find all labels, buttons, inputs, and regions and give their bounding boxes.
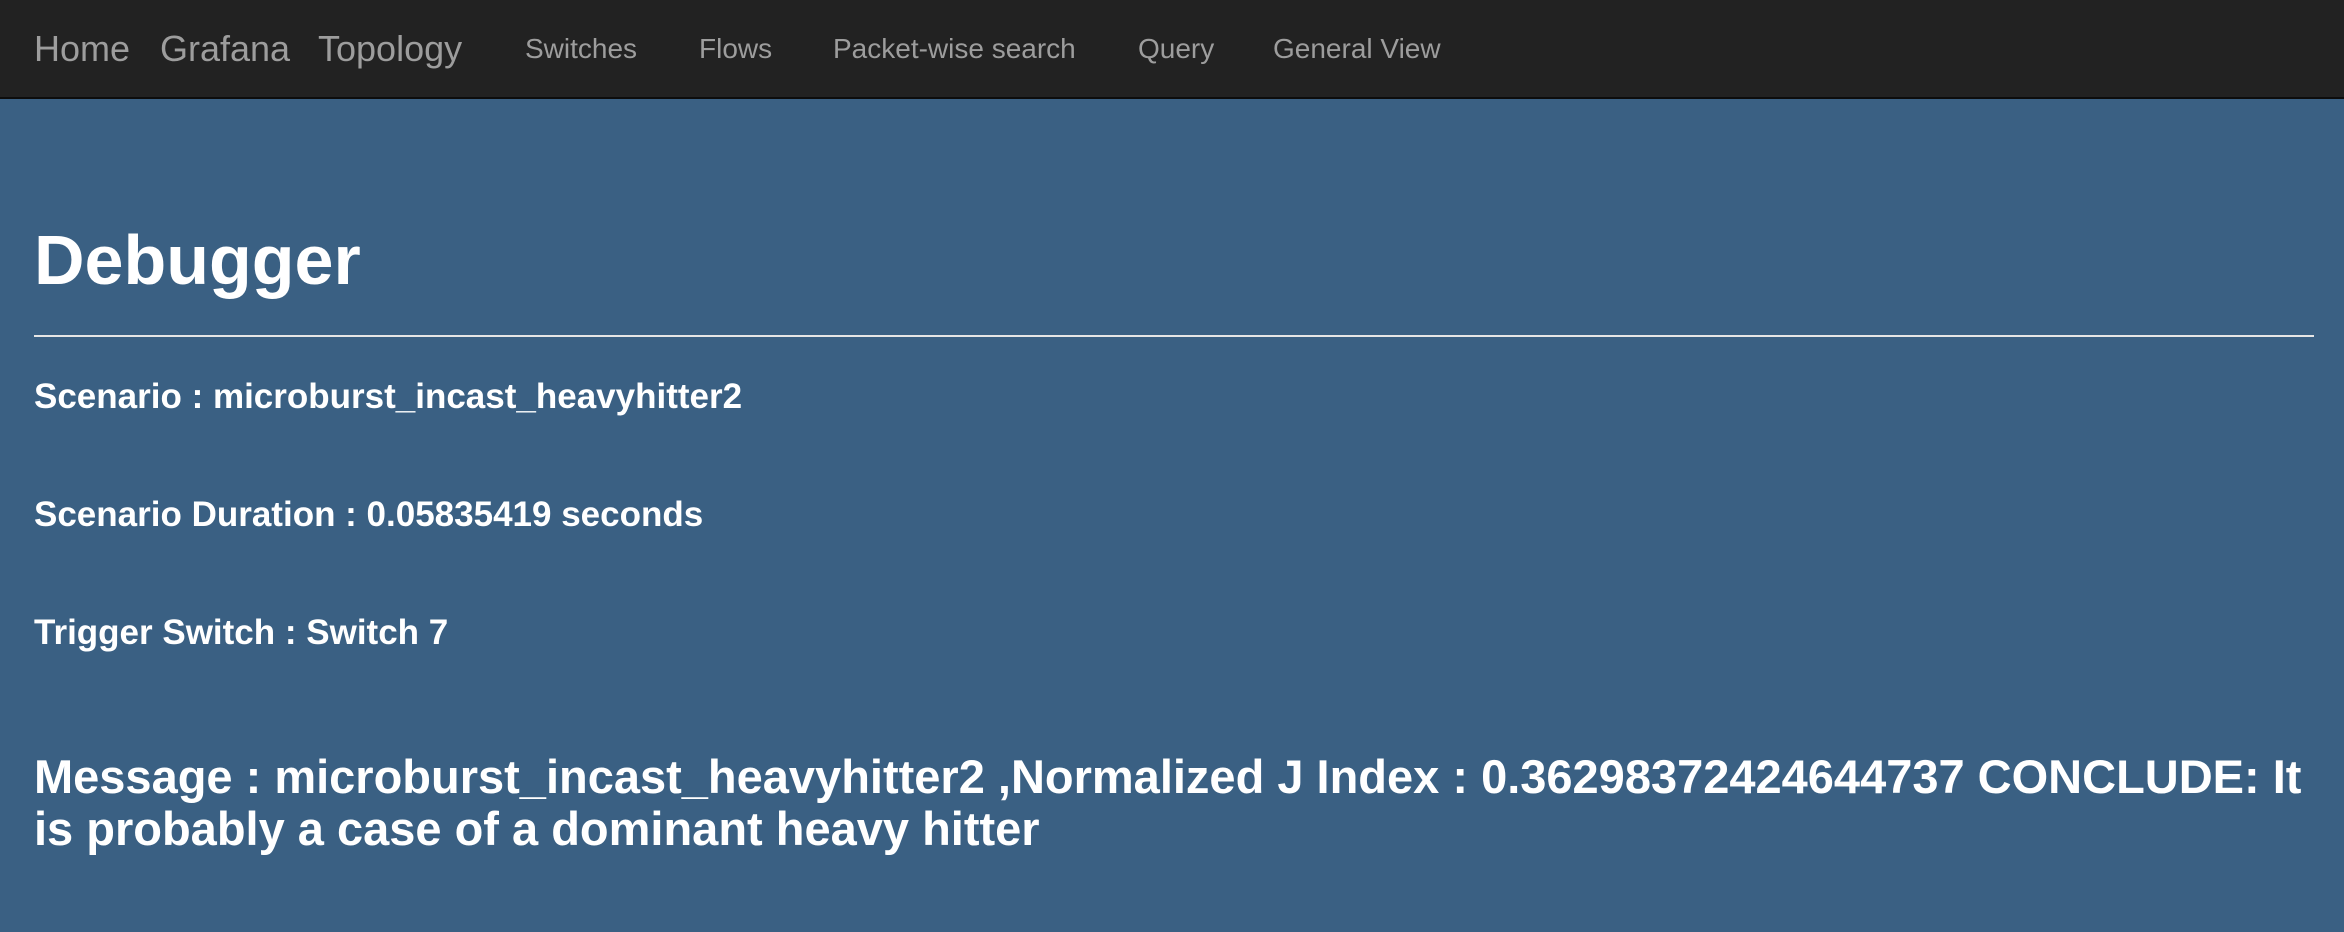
nav-link-flows[interactable]: Flows <box>699 0 772 97</box>
nav-link-grafana[interactable]: Grafana <box>160 0 290 97</box>
scenario-name: Scenario : microburst_incast_heavyhitter… <box>34 377 743 416</box>
page-title: Debugger <box>34 221 361 299</box>
trigger-switch: Trigger Switch : Switch 7 <box>34 613 449 652</box>
nav-link-switches[interactable]: Switches <box>525 0 637 97</box>
nav-link-topology[interactable]: Topology <box>318 0 462 97</box>
debug-message: Message : microburst_incast_heavyhitter2… <box>34 750 2302 855</box>
nav-link-home[interactable]: Home <box>34 0 130 97</box>
scenario-duration: Scenario Duration : 0.05835419 seconds <box>34 495 704 534</box>
nav-link-query[interactable]: Query <box>1138 0 1214 97</box>
nav-link-general-view[interactable]: General View <box>1273 0 1441 97</box>
top-navbar: Home Grafana Topology Switches Flows Pac… <box>0 0 2344 99</box>
title-divider <box>34 335 2314 337</box>
nav-link-packet-wise-search[interactable]: Packet-wise search <box>833 0 1076 97</box>
